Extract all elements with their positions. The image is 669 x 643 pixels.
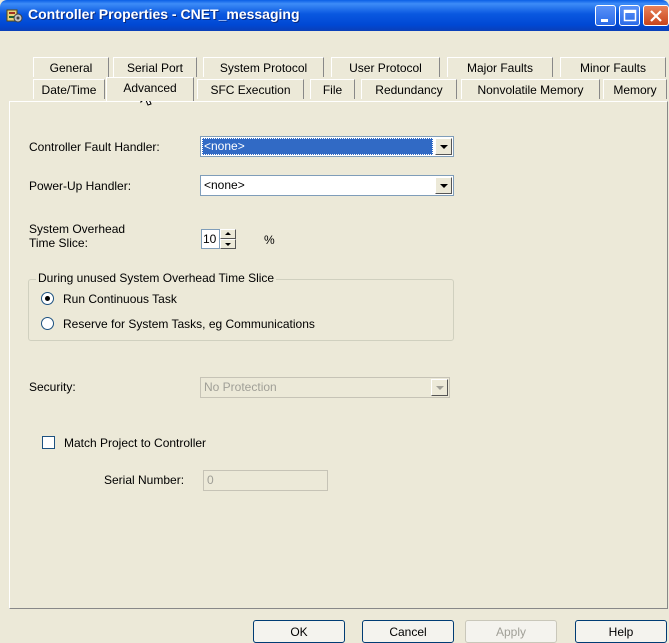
match-project-checkbox[interactable] xyxy=(42,436,55,449)
unused-time-slice-group xyxy=(28,279,454,341)
tab-row-back: General Serial Port System Protocol User… xyxy=(9,57,668,78)
minimize-icon xyxy=(601,19,608,22)
tab-advanced[interactable]: Advanced xyxy=(106,77,194,101)
powerup-handler-dropdown[interactable]: <none> xyxy=(200,175,454,196)
spin-up-icon[interactable] xyxy=(220,229,236,239)
fault-handler-value: <none> xyxy=(202,138,433,155)
overhead-spinner xyxy=(220,229,236,249)
match-project-label[interactable]: Match Project to Controller xyxy=(64,436,206,450)
serial-number-field: 0 xyxy=(203,470,328,491)
run-continuous-radio[interactable] xyxy=(41,292,54,305)
overhead-label-line1: System Overhead xyxy=(29,222,126,236)
fault-handler-label: Controller Fault Handler: xyxy=(29,140,160,154)
spin-down-icon[interactable] xyxy=(220,239,236,249)
tab-major-faults[interactable]: Major Faults xyxy=(447,57,553,77)
reserve-system-tasks-radio[interactable] xyxy=(41,317,54,330)
tab-sfc-execution[interactable]: SFC Execution xyxy=(197,79,304,99)
tab-nonvolatile-memory[interactable]: Nonvolatile Memory xyxy=(461,79,600,99)
powerup-handler-label: Power-Up Handler: xyxy=(29,179,132,193)
tab-general[interactable]: General xyxy=(33,57,109,77)
powerup-handler-value: <none> xyxy=(204,178,245,192)
run-continuous-label[interactable]: Run Continuous Task xyxy=(63,292,177,306)
minimize-button[interactable] xyxy=(595,5,616,26)
tab-serial-port[interactable]: Serial Port xyxy=(113,57,197,77)
chevron-down-icon[interactable] xyxy=(435,138,452,155)
ok-button[interactable]: OK xyxy=(253,620,345,643)
tab-memory[interactable]: Memory xyxy=(603,79,667,99)
unused-time-slice-group-title: During unused System Overhead Time Slice xyxy=(36,271,277,285)
help-button[interactable]: Help xyxy=(575,620,667,643)
cancel-button[interactable]: Cancel xyxy=(362,620,454,643)
title-bar[interactable]: Controller Properties - CNET_messaging xyxy=(0,0,669,31)
close-button[interactable] xyxy=(643,5,669,26)
overhead-time-slice-input[interactable]: 10 xyxy=(201,229,220,249)
security-label: Security: xyxy=(29,380,76,394)
security-dropdown: No Protection xyxy=(200,377,450,398)
overhead-label-line2: Time Slice: xyxy=(29,236,88,250)
close-icon xyxy=(650,10,662,22)
maximize-button[interactable] xyxy=(619,5,640,26)
tab-row-front: Date/Time Advanced SFC Execution File Re… xyxy=(9,77,668,101)
tab-redundancy[interactable]: Redundancy xyxy=(361,79,457,99)
tab-system-protocol[interactable]: System Protocol xyxy=(203,57,324,77)
controller-properties-icon xyxy=(6,9,23,23)
controller-properties-window: Controller Properties - CNET_messaging G… xyxy=(0,0,669,643)
reserve-system-tasks-label[interactable]: Reserve for System Tasks, eg Communicati… xyxy=(63,317,315,331)
apply-button[interactable]: Apply xyxy=(465,620,557,643)
overhead-unit: % xyxy=(264,233,275,247)
security-value: No Protection xyxy=(204,380,277,394)
window-title: Controller Properties - CNET_messaging xyxy=(28,6,300,22)
serial-number-label: Serial Number: xyxy=(104,473,185,487)
fault-handler-dropdown[interactable]: <none> xyxy=(200,136,454,157)
tab-user-protocol[interactable]: User Protocol xyxy=(331,57,440,77)
chevron-down-icon xyxy=(431,379,448,396)
tab-date-time[interactable]: Date/Time xyxy=(33,79,105,99)
chevron-down-icon[interactable] xyxy=(435,177,452,194)
tab-minor-faults[interactable]: Minor Faults xyxy=(560,57,666,77)
maximize-icon xyxy=(623,9,637,22)
tab-file[interactable]: File xyxy=(310,79,355,99)
